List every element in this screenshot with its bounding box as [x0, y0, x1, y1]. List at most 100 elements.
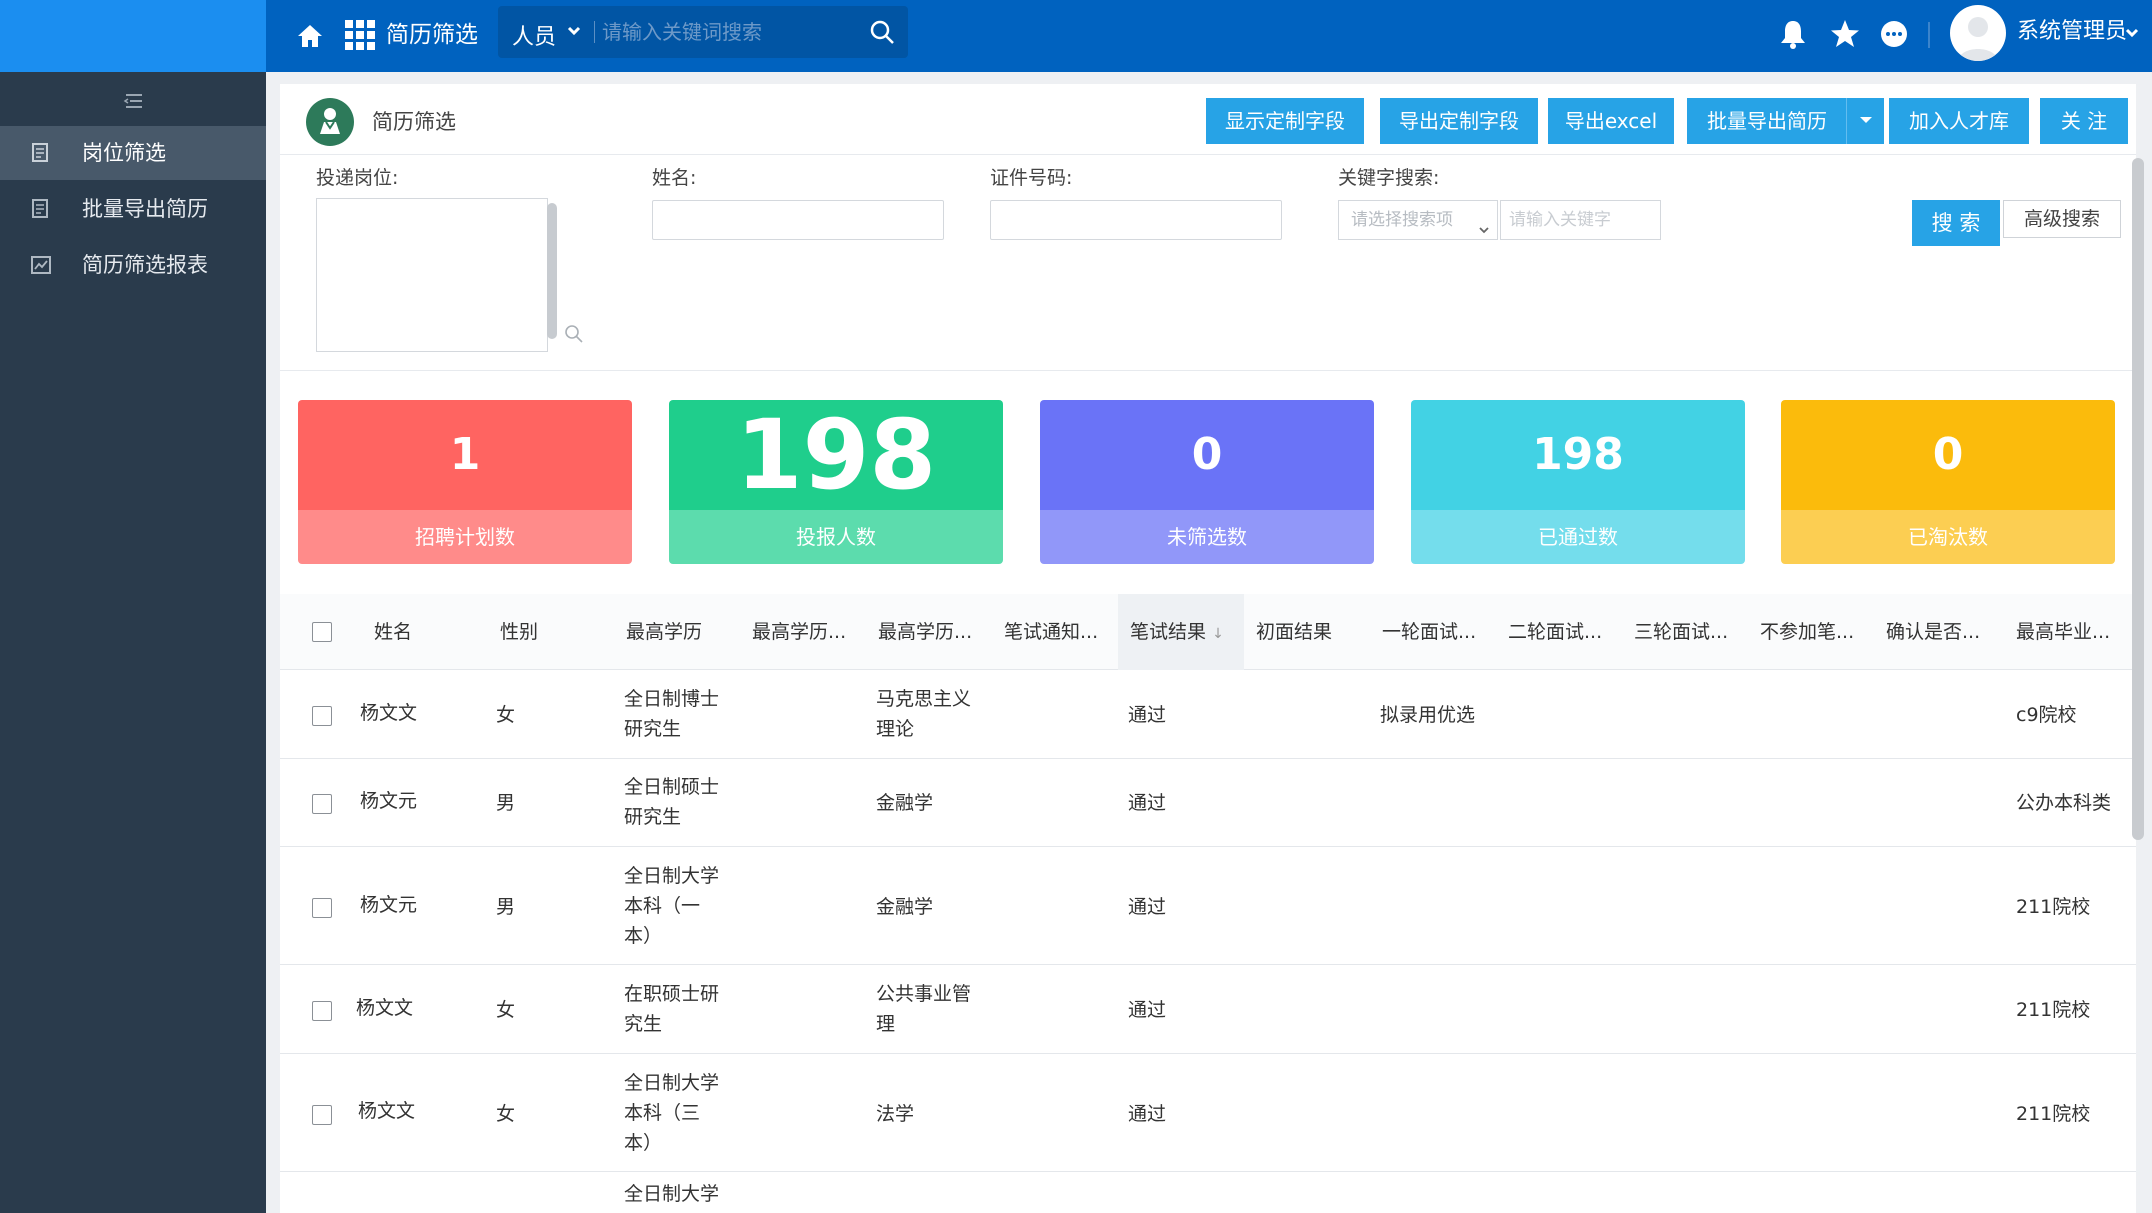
column-header[interactable]: 确认是否...: [1886, 594, 1980, 670]
follow-button[interactable]: 关 注: [2040, 98, 2128, 144]
id-number-label: 证件号码:: [990, 167, 1073, 189]
row-checkbox[interactable]: [312, 898, 332, 918]
sidebar-item-label: 岗位筛选: [82, 141, 166, 165]
stat-card-unscreened[interactable]: 0 未筛选数: [1040, 400, 1374, 564]
export-custom-fields-button[interactable]: 导出定制字段: [1380, 98, 1538, 144]
column-header[interactable]: 二轮面试...: [1508, 594, 1602, 670]
chevron-down-icon[interactable]: [2122, 22, 2142, 44]
sidebar-item-batch-export[interactable]: 批量导出简历: [0, 182, 266, 236]
bell-icon[interactable]: [1778, 18, 1808, 50]
stat-label: 未筛选数: [1040, 510, 1374, 564]
column-header[interactable]: 三轮面试...: [1634, 594, 1728, 670]
table-row[interactable]: 杨文文 女 全日制大学 本科（三 本） 法学 通过 211院校: [280, 1055, 2136, 1172]
column-header-sorted[interactable]: 笔试结果 ↓: [1118, 594, 1244, 670]
batch-export-dropdown[interactable]: [1846, 98, 1884, 144]
sidebar-item-label: 批量导出简历: [82, 197, 208, 221]
sidebar-item-position-screening[interactable]: 岗位筛选: [0, 126, 266, 180]
stat-label: 已通过数: [1411, 510, 1745, 564]
show-custom-fields-button[interactable]: 显示定制字段: [1206, 98, 1364, 144]
avatar[interactable]: [1950, 5, 2006, 61]
table-row[interactable]: 杨文文 女 全日制博士 研究生 马克思主义 理论 通过 拟录用优选 c9院校: [280, 671, 2136, 759]
select-all-checkbox[interactable]: [312, 622, 332, 642]
column-header[interactable]: 最高学历...: [878, 594, 972, 670]
table-row[interactable]: 杨文元 男 全日制大学 本科（一 本） 金融学 通过 211院校: [280, 848, 2136, 965]
brand-area: [0, 0, 266, 72]
position-select-list[interactable]: [316, 198, 583, 352]
app-grid-icon[interactable]: [345, 20, 375, 50]
page-scrollbar[interactable]: [2132, 158, 2144, 840]
stat-label: 投报人数: [669, 510, 1003, 564]
sidebar: 岗位筛选 批量导出简历 简历筛选报表: [0, 72, 266, 1213]
cell-gender: 女: [496, 704, 516, 726]
column-header[interactable]: 最高学历: [626, 594, 702, 670]
home-icon[interactable]: [290, 16, 330, 56]
column-header[interactable]: 笔试通知...: [1004, 594, 1098, 670]
column-header[interactable]: 初面结果: [1256, 594, 1332, 670]
cell-education: 全日制博士: [624, 688, 720, 710]
document-icon: [30, 142, 52, 164]
message-icon[interactable]: [1879, 19, 1909, 49]
column-header[interactable]: 姓名: [374, 594, 412, 670]
column-header[interactable]: 一轮面试...: [1382, 594, 1476, 670]
column-header[interactable]: 性别: [500, 594, 538, 670]
cell-name: 杨文文: [356, 997, 414, 1019]
name-field[interactable]: [652, 200, 944, 240]
cell-exam-result: 通过: [1128, 704, 1167, 726]
cell-major: 公共事业管: [876, 983, 972, 1005]
stat-value: 1: [298, 400, 632, 510]
cell-name: 杨文元: [360, 894, 418, 916]
keyword-field-select[interactable]: 请选择搜索项: [1338, 200, 1498, 240]
stat-label: 招聘计划数: [298, 510, 632, 564]
column-header[interactable]: 最高学历...: [752, 594, 846, 670]
cell-school: 211院校: [2016, 999, 2091, 1021]
table-row[interactable]: 全日制大学: [280, 1173, 2136, 1213]
column-header[interactable]: 最高毕业...: [2016, 594, 2110, 670]
menu-collapse-icon[interactable]: [122, 90, 146, 112]
document-icon: [30, 198, 52, 220]
sidebar-item-screening-report[interactable]: 简历筛选报表: [0, 238, 266, 292]
main-panel: 简历筛选 显示定制字段 导出定制字段 导出excel 批量导出简历 加入人才库 …: [280, 84, 2136, 1213]
search-icon[interactable]: [563, 323, 585, 345]
batch-export-resume-button[interactable]: 批量导出简历: [1687, 98, 1847, 144]
keyword-input[interactable]: 请输入关键字: [1500, 200, 1661, 240]
add-to-talent-pool-button[interactable]: 加入人才库: [1889, 98, 2029, 144]
row-checkbox[interactable]: [312, 1105, 332, 1125]
search-divider: [594, 21, 595, 43]
sort-down-icon[interactable]: ↓: [1212, 626, 1224, 642]
stat-card-eliminated[interactable]: 0 已淘汰数: [1781, 400, 2115, 564]
search-button[interactable]: 搜 索: [1912, 200, 2000, 246]
stat-card-passed[interactable]: 198 已通过数: [1411, 400, 1745, 564]
stat-card-plan[interactable]: 1 招聘计划数: [298, 400, 632, 564]
position-list-scrollbar[interactable]: [547, 203, 557, 339]
row-checkbox[interactable]: [312, 794, 332, 814]
cell-education: 全日制硕士: [624, 776, 720, 798]
name-label: 姓名:: [652, 167, 697, 189]
cell-education: 本科（一: [624, 895, 701, 917]
star-icon[interactable]: [1829, 18, 1861, 50]
stat-value: 198: [1411, 400, 1745, 510]
cell-education: 究生: [624, 1013, 663, 1035]
cell-exam-result: 通过: [1128, 999, 1167, 1021]
table-row[interactable]: 杨文元 男 全日制硕士 研究生 金融学 通过 公办本科类: [280, 760, 2136, 847]
page-title: 简历筛选: [372, 110, 456, 134]
advanced-search-button[interactable]: 高级搜索: [2003, 200, 2121, 238]
cell-major: 金融学: [876, 792, 934, 814]
module-title[interactable]: 简历筛选: [386, 17, 478, 53]
search-icon[interactable]: [868, 18, 896, 46]
column-header[interactable]: 不参加笔...: [1760, 594, 1854, 670]
export-excel-button[interactable]: 导出excel: [1548, 98, 1674, 144]
search-scope-select[interactable]: 人员: [512, 19, 556, 51]
table-row[interactable]: 杨文文 女 在职硕士研 究生 公共事业管 理 通过 211院校: [280, 966, 2136, 1054]
row-checkbox[interactable]: [312, 706, 332, 726]
search-input[interactable]: [602, 14, 862, 50]
stat-label: 已淘汰数: [1781, 510, 2115, 564]
stat-card-applicants[interactable]: 198 投报人数: [669, 400, 1003, 564]
cell-education: 本）: [624, 925, 663, 947]
row-checkbox[interactable]: [312, 1001, 332, 1021]
id-number-field[interactable]: [990, 200, 1282, 240]
chevron-down-icon[interactable]: [564, 20, 584, 42]
cell-education: 研究生: [624, 718, 682, 740]
user-name[interactable]: 系统管理员: [2017, 17, 2127, 47]
topbar-divider: [1928, 22, 1930, 48]
cell-major: 金融学: [876, 896, 934, 918]
